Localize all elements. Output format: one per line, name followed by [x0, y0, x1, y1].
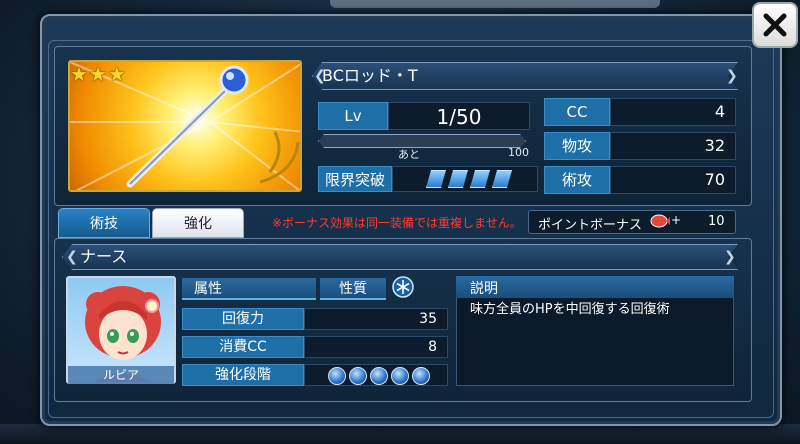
- skill-stat-label: 回復力: [182, 308, 304, 330]
- limit-break-gems: [426, 170, 512, 188]
- bonus-notice: ※ボーナス効果は同一装備では重複しません。: [272, 216, 522, 230]
- description-label: 説明: [470, 281, 498, 297]
- exp-progress-bar: [318, 134, 526, 148]
- close-x-icon: [763, 13, 787, 37]
- star-icon: ★: [70, 62, 88, 86]
- background-top-bar: [330, 0, 660, 8]
- enhance-orb-icon: [349, 367, 367, 385]
- limit-break-gem-icon: [426, 170, 446, 188]
- stat-value: 32: [610, 132, 736, 160]
- tab-enhance[interactable]: 強化: [152, 208, 244, 238]
- exp-remaining-value: 100: [508, 146, 529, 159]
- item-name: BCロッド・T: [322, 66, 418, 85]
- next-arrow-icon: ❯: [726, 68, 738, 84]
- skill-prev-arrow-icon: ❮: [66, 249, 78, 265]
- nature-label: 性質: [320, 278, 386, 300]
- stat-label: 術攻: [544, 166, 610, 194]
- limit-break-gem-icon: [448, 170, 468, 188]
- stat-label: 物攻: [544, 132, 610, 160]
- attribute-label: 属性: [182, 278, 316, 300]
- enhance-stage-label: 強化段階: [182, 364, 304, 386]
- star-icon: ★: [88, 62, 107, 86]
- description-text: 味方全員のHPを中回復する回復術: [470, 302, 670, 317]
- fish-icon: [650, 212, 670, 230]
- skill-stat-value: 8: [304, 336, 448, 358]
- level-label: Lv: [318, 102, 388, 130]
- background-bottom-bar: [0, 424, 800, 444]
- level-value: 1/50: [388, 102, 530, 130]
- enhance-orbs: [328, 367, 430, 385]
- stat-label: CC: [544, 98, 610, 126]
- close-button[interactable]: [752, 2, 798, 48]
- limit-break-gem-icon: [492, 170, 512, 188]
- enhance-orb-icon: [391, 367, 409, 385]
- enhance-orb-icon: [328, 367, 346, 385]
- stat-value: 70: [610, 166, 736, 194]
- skill-next-arrow-icon: ❯: [724, 249, 736, 265]
- rarity-stars: ★ ★ ★: [70, 62, 126, 86]
- limit-break-label: 限界突破: [318, 166, 392, 192]
- snowflake-icon: [392, 276, 414, 298]
- stat-value: 4: [610, 98, 736, 126]
- enhance-orb-icon: [370, 367, 388, 385]
- skill-name: ナース: [80, 247, 128, 266]
- exp-remaining-label: あと: [398, 148, 420, 161]
- star-icon: ★: [107, 62, 126, 86]
- tab-skill[interactable]: 術技: [58, 208, 150, 238]
- limit-break-gem-icon: [470, 170, 490, 188]
- point-bonus-sign: +: [671, 213, 682, 227]
- character-name: ルビア: [68, 366, 174, 384]
- enhance-orb-icon: [412, 367, 430, 385]
- point-bonus-label: ポイントボーナス: [538, 218, 643, 233]
- skill-name-bar: [62, 244, 738, 270]
- skill-stat-label: 消費CC: [182, 336, 304, 358]
- skill-stat-value: 35: [304, 308, 448, 330]
- point-bonus-value: 10: [708, 214, 725, 229]
